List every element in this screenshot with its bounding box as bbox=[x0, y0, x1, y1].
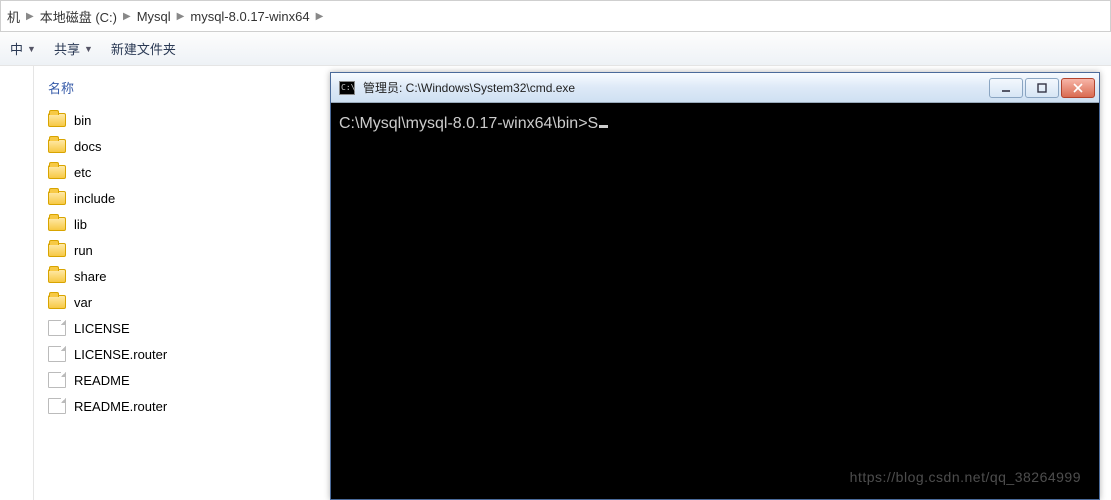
chevron-right-icon[interactable]: ▶ bbox=[123, 11, 131, 22]
file-name: LICENSE bbox=[74, 321, 130, 336]
breadcrumb-text: Mysql bbox=[137, 9, 171, 24]
cmd-prompt-line: C:\Mysql\mysql-8.0.17-winx64\bin>S bbox=[339, 115, 598, 132]
breadcrumb-text: 本地磁盘 (C:) bbox=[40, 7, 117, 26]
folder-icon bbox=[48, 113, 66, 127]
file-name: LICENSE.router bbox=[74, 347, 167, 362]
breadcrumb[interactable]: 机 ▶ 本地磁盘 (C:) ▶ Mysql ▶ mysql-8.0.17-win… bbox=[0, 0, 1111, 32]
file-name: docs bbox=[74, 139, 101, 154]
maximize-button[interactable] bbox=[1025, 78, 1059, 98]
toolbar-label: 中 bbox=[10, 39, 23, 58]
breadcrumb-item[interactable]: Mysql ▶ bbox=[137, 9, 185, 24]
file-name: etc bbox=[74, 165, 91, 180]
cmd-title: 管理员: C:\Windows\System32\cmd.exe bbox=[363, 79, 979, 96]
folder-icon bbox=[48, 191, 66, 205]
new-folder-button[interactable]: 新建文件夹 bbox=[111, 39, 176, 58]
breadcrumb-text: 机 bbox=[7, 7, 20, 26]
file-icon bbox=[48, 398, 66, 414]
breadcrumb-item[interactable]: mysql-8.0.17-winx64 ▶ bbox=[190, 9, 323, 24]
cmd-titlebar[interactable]: 管理员: C:\Windows\System32\cmd.exe bbox=[331, 73, 1099, 103]
toolbar-fragment[interactable]: 中 ▼ bbox=[10, 39, 36, 58]
folder-icon bbox=[48, 295, 66, 309]
explorer-toolbar: 中 ▼ 共享 ▼ 新建文件夹 bbox=[0, 32, 1111, 66]
nav-pane[interactable] bbox=[0, 66, 34, 500]
file-icon bbox=[48, 320, 66, 336]
chevron-down-icon: ▼ bbox=[27, 44, 36, 54]
watermark: https://blog.csdn.net/qq_38264999 bbox=[850, 469, 1081, 485]
file-icon bbox=[48, 372, 66, 388]
cmd-window[interactable]: 管理员: C:\Windows\System32\cmd.exe C:\Mysq… bbox=[330, 72, 1100, 500]
file-name: README.router bbox=[74, 399, 167, 414]
file-name: share bbox=[74, 269, 107, 284]
file-name: include bbox=[74, 191, 115, 206]
folder-icon bbox=[48, 243, 66, 257]
toolbar-label: 共享 bbox=[54, 39, 80, 58]
window-controls bbox=[987, 78, 1095, 98]
folder-icon bbox=[48, 165, 66, 179]
cmd-icon bbox=[339, 81, 355, 95]
file-name: README bbox=[74, 373, 130, 388]
folder-icon bbox=[48, 217, 66, 231]
chevron-right-icon[interactable]: ▶ bbox=[316, 11, 324, 22]
folder-icon bbox=[48, 139, 66, 153]
breadcrumb-item[interactable]: 本地磁盘 (C:) ▶ bbox=[40, 7, 131, 26]
cursor-icon bbox=[599, 125, 608, 128]
share-button[interactable]: 共享 ▼ bbox=[54, 39, 93, 58]
file-icon bbox=[48, 346, 66, 362]
file-name: run bbox=[74, 243, 93, 258]
file-name: lib bbox=[74, 217, 87, 232]
cmd-body[interactable]: C:\Mysql\mysql-8.0.17-winx64\bin>S https… bbox=[331, 103, 1099, 499]
chevron-down-icon: ▼ bbox=[84, 44, 93, 54]
folder-icon bbox=[48, 269, 66, 283]
file-name: bin bbox=[74, 113, 91, 128]
breadcrumb-fragment: 机 ▶ bbox=[7, 7, 34, 26]
toolbar-label: 新建文件夹 bbox=[111, 39, 176, 58]
breadcrumb-text: mysql-8.0.17-winx64 bbox=[190, 9, 309, 24]
minimize-button[interactable] bbox=[989, 78, 1023, 98]
close-button[interactable] bbox=[1061, 78, 1095, 98]
file-name: var bbox=[74, 295, 92, 310]
chevron-right-icon[interactable]: ▶ bbox=[177, 11, 185, 22]
chevron-right-icon[interactable]: ▶ bbox=[26, 11, 34, 22]
